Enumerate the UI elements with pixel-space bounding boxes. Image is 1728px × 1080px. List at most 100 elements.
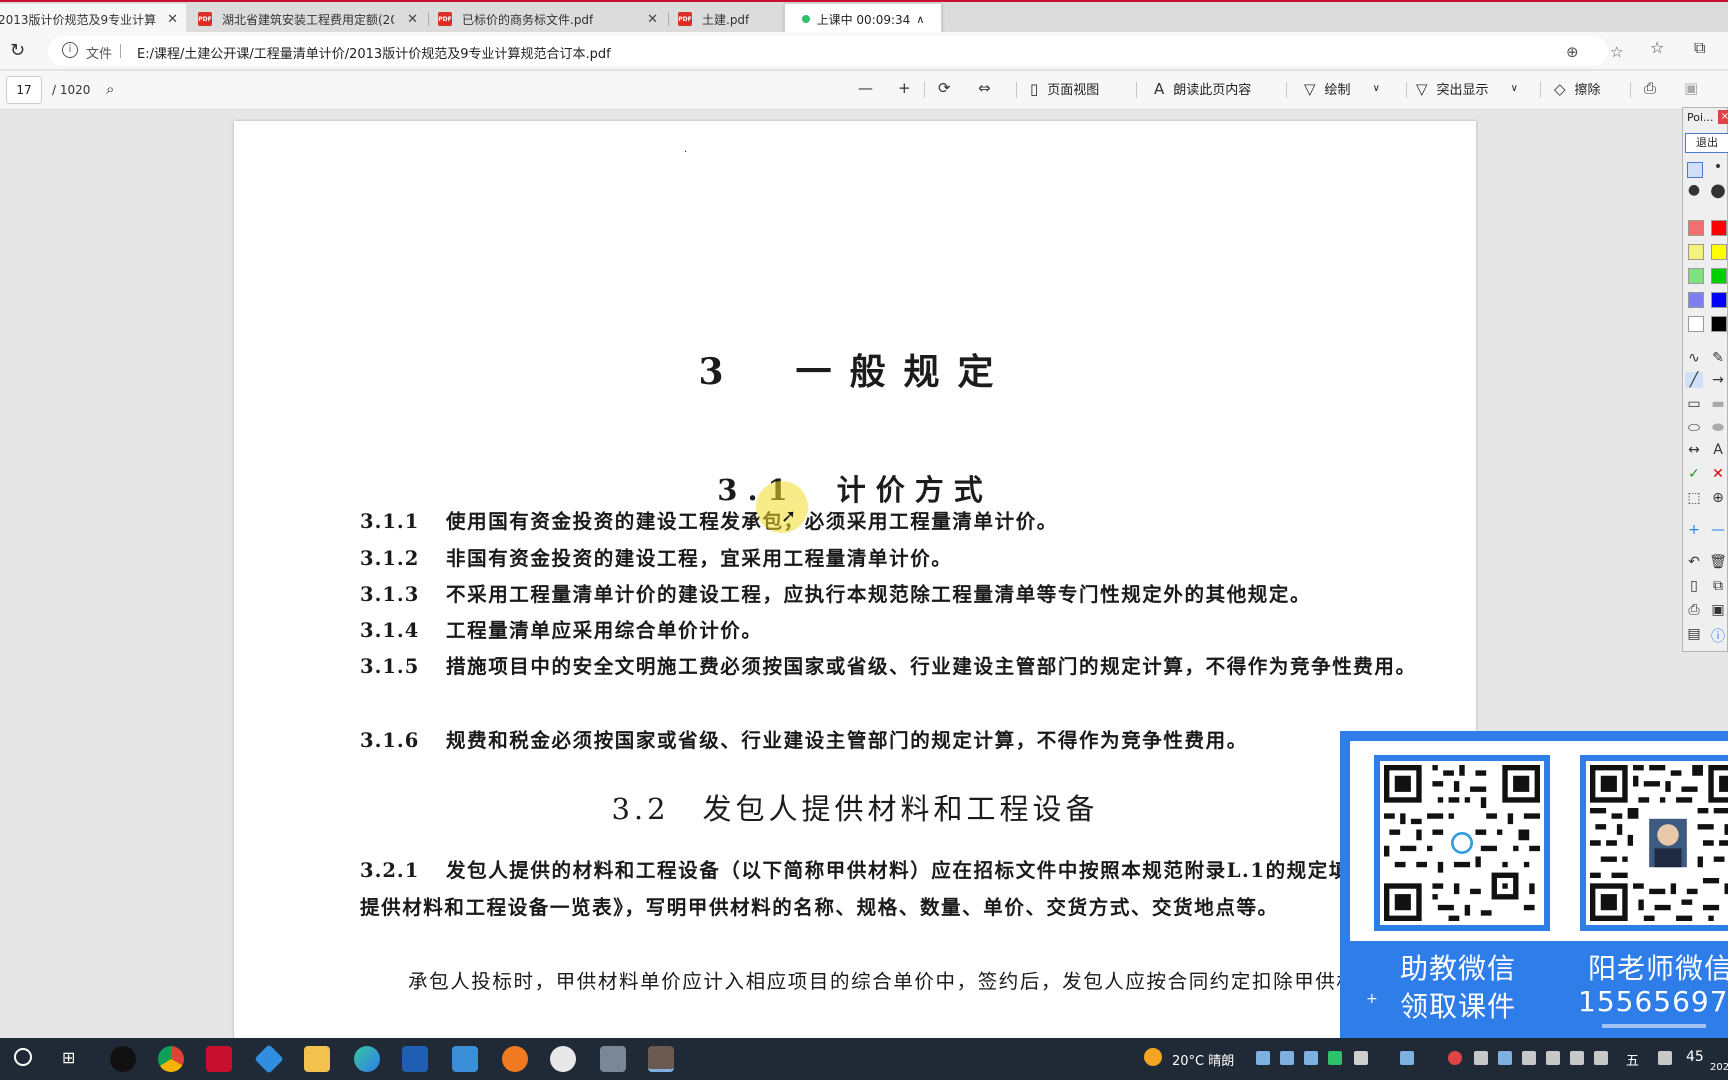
app-panda-icon[interactable] xyxy=(550,1046,576,1072)
color-swatch-blue[interactable] xyxy=(1711,292,1727,308)
color-swatch-white[interactable] xyxy=(1688,316,1704,332)
tab-pdf-4[interactable]: PDF 土建.pdf xyxy=(670,4,780,34)
cad-viewer-icon[interactable] xyxy=(402,1046,428,1072)
app-painter-icon[interactable] xyxy=(648,1046,674,1072)
url-text[interactable]: E:/课程/土建公开课/工程量清单计价/2013版计价规范及9专业计算规范合订本… xyxy=(137,43,611,62)
tray-icon-2[interactable] xyxy=(1280,1051,1294,1065)
exit-button[interactable]: 退出 xyxy=(1685,133,1728,153)
cross-icon[interactable]: ✕ xyxy=(1709,466,1727,482)
url-box[interactable]: i 文件 E:/课程/土建公开课/工程量清单计价/2013版计价规范及9专业计算… xyxy=(48,36,1623,66)
print-icon[interactable]: ⎙ xyxy=(1685,602,1703,618)
tray-icon-6[interactable] xyxy=(1448,1051,1462,1065)
app-diamond-icon[interactable] xyxy=(254,1044,284,1074)
tray-icon-8[interactable] xyxy=(1498,1051,1512,1065)
chevron-up-icon[interactable]: ∧ xyxy=(916,13,924,26)
color-swatch-red[interactable] xyxy=(1711,220,1727,236)
check-icon[interactable]: ✓ xyxy=(1685,466,1703,482)
erase-button[interactable]: ◇ 擦除 xyxy=(1554,79,1601,99)
tray-icon-9[interactable] xyxy=(1522,1051,1536,1065)
rectangle-icon[interactable]: ▭ xyxy=(1685,396,1703,412)
dot-size-icon[interactable]: • xyxy=(1709,159,1727,175)
dot-size-icon[interactable]: ● xyxy=(1685,182,1703,198)
favorites-icon[interactable]: ☆ xyxy=(1650,38,1664,57)
close-icon[interactable]: ✕ xyxy=(647,12,658,27)
fit-width-button[interactable]: ⇔ xyxy=(978,79,1000,97)
magnifier-icon[interactable]: ⊕ xyxy=(1709,490,1727,506)
dot-size-icon[interactable]: ● xyxy=(1709,180,1727,201)
close-icon[interactable]: ✕ xyxy=(167,12,178,27)
add-favorite-icon[interactable]: ☆ xyxy=(1610,43,1623,61)
color-swatch-black[interactable] xyxy=(1711,316,1727,332)
zoom-out-button[interactable]: — xyxy=(858,79,882,97)
pen-icon[interactable]: ✎ xyxy=(1709,350,1727,366)
info-icon[interactable]: ⓘ xyxy=(1709,626,1727,646)
save-icon[interactable]: ▣ xyxy=(1709,602,1727,618)
app-printer-icon[interactable] xyxy=(600,1046,626,1072)
refresh-icon[interactable]: ↻ xyxy=(10,40,25,61)
tab-pdf-3[interactable]: PDF 已标价的商务标文件.pdf ✕ xyxy=(430,4,666,34)
select-icon[interactable]: ⬚ xyxy=(1685,490,1703,506)
text-icon[interactable]: A xyxy=(1709,442,1727,458)
tray-icon-3[interactable] xyxy=(1304,1051,1318,1065)
file-explorer-icon[interactable] xyxy=(304,1046,330,1072)
read-aloud-button[interactable]: A 朗读此页内容 xyxy=(1154,79,1251,99)
trash-icon[interactable]: 🗑 xyxy=(1709,554,1727,570)
filled-rectangle-icon[interactable]: ▬ xyxy=(1709,396,1727,412)
tray-icon-7[interactable] xyxy=(1474,1051,1488,1065)
page-view-button[interactable]: ▯ 页面视图 xyxy=(1030,79,1099,99)
tray-icon-4[interactable] xyxy=(1328,1051,1342,1065)
draw-button[interactable]: ▽ 绘制 ∨ xyxy=(1304,79,1380,99)
qq-icon[interactable] xyxy=(110,1046,136,1072)
copy-icon[interactable]: ⧉ xyxy=(1709,578,1727,594)
color-swatch-light-green[interactable] xyxy=(1688,268,1704,284)
minus-icon[interactable]: — xyxy=(1709,522,1727,538)
page-number-input[interactable]: 17 xyxy=(6,76,42,104)
microphone-icon[interactable] xyxy=(1354,1051,1368,1065)
weather-text[interactable]: 20°C 晴朗 xyxy=(1172,1050,1234,1069)
tray-icon-10[interactable] xyxy=(1594,1051,1608,1065)
task-view-icon[interactable]: ⊞ xyxy=(62,1048,75,1067)
rotate-button[interactable]: ⟳ xyxy=(938,79,960,97)
weather-icon[interactable] xyxy=(1144,1048,1162,1066)
clock-time[interactable]: 45 xyxy=(1686,1049,1704,1065)
tray-icon-1[interactable] xyxy=(1256,1051,1270,1065)
close-icon[interactable]: ✕ xyxy=(407,12,418,27)
tab-pdf-main[interactable]: 2013版计价规范及9专业计算规范合订本.pdf ✕ xyxy=(0,4,186,34)
screen-icon[interactable]: ▤ xyxy=(1685,626,1703,642)
tray-icon-5[interactable] xyxy=(1400,1051,1414,1065)
info-icon[interactable]: i xyxy=(62,42,78,58)
network-icon[interactable] xyxy=(1546,1051,1560,1065)
double-arrow-icon[interactable]: ↔ xyxy=(1685,442,1703,458)
add-icon[interactable]: + xyxy=(1685,522,1703,538)
color-swatch-light-red[interactable] xyxy=(1688,220,1704,236)
line-icon[interactable]: ╱ xyxy=(1685,372,1703,388)
highlight-button[interactable]: ▽ 突出显示 ∨ xyxy=(1416,79,1518,99)
tab-pdf-2[interactable]: PDF 湖北省建筑安装工程费用定额(2018版).pdf ✕ xyxy=(190,4,426,34)
small-dot-size[interactable] xyxy=(1687,162,1703,178)
app-face-icon[interactable] xyxy=(502,1046,528,1072)
close-icon[interactable]: × xyxy=(1718,110,1728,124)
edge-icon[interactable] xyxy=(354,1046,380,1072)
autocad-icon[interactable] xyxy=(206,1046,232,1072)
start-search-icon[interactable] xyxy=(14,1048,32,1066)
filled-ellipse-icon[interactable]: ⬬ xyxy=(1709,420,1727,436)
tray-icon-11[interactable] xyxy=(1658,1051,1672,1065)
class-timer-badge[interactable]: 上课中 00:09:34 ∧ xyxy=(784,3,942,35)
collections-icon[interactable]: ⧉ xyxy=(1694,38,1705,58)
ellipse-icon[interactable]: ⬭ xyxy=(1685,420,1703,436)
zoom-icon[interactable]: ⊕ xyxy=(1566,43,1579,61)
search-icon[interactable]: ⌕ xyxy=(106,80,114,98)
freehand-icon[interactable]: ∿ xyxy=(1685,350,1703,366)
new-page-icon[interactable]: ▯ xyxy=(1685,578,1703,594)
undo-icon[interactable]: ↶ xyxy=(1685,554,1703,570)
chevron-down-icon[interactable]: ∨ xyxy=(1511,83,1518,94)
clock-date[interactable]: 2022 xyxy=(1710,1062,1728,1073)
ime-indicator[interactable]: 五 xyxy=(1626,1050,1639,1069)
screenshot-tool-icon[interactable] xyxy=(452,1046,478,1072)
print-button[interactable]: ⎙ xyxy=(1644,79,1665,97)
volume-icon[interactable] xyxy=(1570,1051,1584,1065)
chevron-down-icon[interactable]: ∨ xyxy=(1373,83,1380,94)
arrow-icon[interactable]: → xyxy=(1709,372,1727,388)
color-swatch-light-yellow[interactable] xyxy=(1688,244,1704,260)
color-swatch-light-blue[interactable] xyxy=(1688,292,1704,308)
